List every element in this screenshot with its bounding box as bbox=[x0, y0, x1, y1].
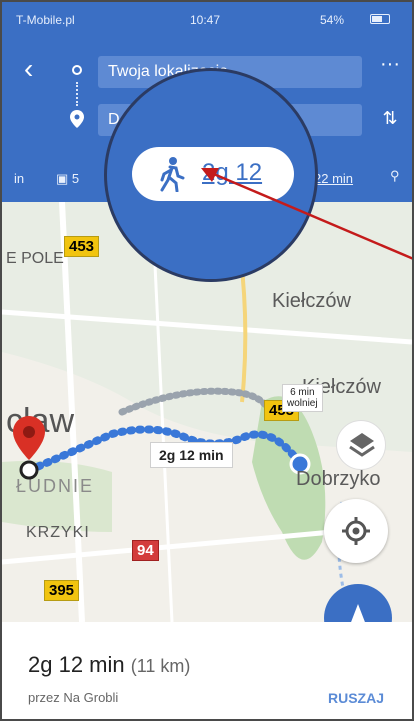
battery-percent: 54% bbox=[320, 13, 345, 27]
road-badge-453: 453 bbox=[64, 236, 100, 257]
route-distance: (11 km) bbox=[130, 656, 191, 676]
more-horizontal-icon[interactable]: ··· bbox=[378, 54, 402, 80]
map-label-dobrzykow: Dobrzyko bbox=[296, 468, 381, 490]
route-duration: 2g 12 min bbox=[28, 652, 125, 677]
route-summary-panel[interactable]: 2g 12 min (11 km) przez Na Grobli RUSZAJ bbox=[2, 622, 412, 719]
battery-icon bbox=[370, 14, 390, 24]
destination-pin-icon bbox=[70, 110, 84, 128]
layers-icon bbox=[349, 433, 375, 457]
alternate-route-note: wolniej bbox=[287, 398, 318, 409]
start-button[interactable]: RUSZAJ bbox=[328, 690, 384, 706]
road-badge-395: 395 bbox=[44, 580, 80, 601]
layers-button[interactable] bbox=[336, 420, 386, 470]
walking-person-icon bbox=[160, 157, 185, 192]
alternate-route-label[interactable]: 6 min wolniej bbox=[282, 384, 323, 412]
route-via: przez Na Grobli bbox=[28, 690, 119, 705]
origin-dot-icon bbox=[72, 65, 82, 75]
origin-pin-icon[interactable] bbox=[12, 416, 46, 480]
route-connector bbox=[76, 82, 78, 106]
tab-drive-partial[interactable]: in bbox=[14, 171, 24, 186]
route-summary: 2g 12 min (11 km) bbox=[28, 652, 190, 678]
transit-time-partial: 5 bbox=[71, 171, 80, 186]
status-bar: T-Mobile.pl 10:47 54% bbox=[2, 2, 412, 38]
map-label-krzyki: KRZYKI bbox=[26, 524, 90, 541]
swap-vertical-icon[interactable]: ⇅ bbox=[378, 108, 402, 132]
road-badge-94: 94 bbox=[132, 540, 159, 561]
back-arrow-icon[interactable]: ‹ bbox=[24, 54, 54, 84]
map-label-kielczow: Kiełczów bbox=[272, 290, 351, 312]
clock: 10:47 bbox=[190, 13, 221, 27]
alternate-route-time: 6 min bbox=[290, 387, 315, 398]
crosshair-icon bbox=[342, 517, 370, 545]
route-duration-label[interactable]: 2g 12 min bbox=[150, 442, 233, 468]
my-location-button[interactable] bbox=[324, 499, 388, 563]
bus-icon: ▣ bbox=[56, 171, 69, 186]
tab-transit[interactable]: ▣ 5 bbox=[56, 171, 79, 187]
annotation-arrow bbox=[201, 168, 412, 260]
carrier-label: T-Mobile.pl bbox=[16, 13, 75, 27]
map-label-pole: E POLE bbox=[6, 250, 64, 267]
phone-screen: T-Mobile.pl 10:47 54% ‹ Twoja lokalizacj… bbox=[0, 0, 414, 721]
